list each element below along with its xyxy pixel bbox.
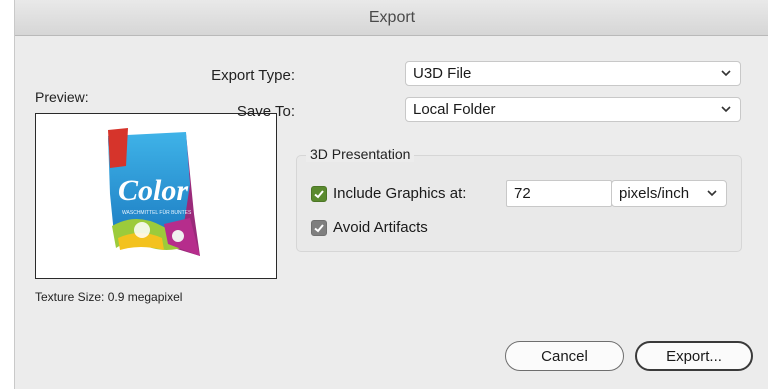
resolution-unit-value: pixels/inch bbox=[619, 185, 690, 202]
export-type-value: U3D File bbox=[413, 65, 472, 82]
cancel-button[interactable]: Cancel bbox=[505, 341, 624, 371]
save-to-label: Save To: bbox=[236, 103, 295, 120]
chevron-down-icon bbox=[707, 190, 717, 197]
resolution-unit-select[interactable]: pixels/inch bbox=[611, 180, 727, 207]
graphics-resolution-input[interactable]: 72 bbox=[506, 180, 612, 207]
include-graphics-label: Include Graphics at: bbox=[333, 185, 467, 202]
window-title: Export bbox=[368, 8, 416, 26]
preview-panel: Color WASCHMITTEL FÜR BUNTES bbox=[35, 113, 277, 279]
export-type-select[interactable]: U3D File bbox=[405, 61, 741, 86]
package-subtext: WASCHMITTEL FÜR BUNTES bbox=[122, 209, 192, 216]
avoid-artifacts-checkbox[interactable] bbox=[311, 220, 327, 236]
chevron-down-icon bbox=[721, 70, 731, 77]
save-to-select[interactable]: Local Folder bbox=[405, 97, 741, 122]
presentation-group-title: 3D Presentation bbox=[306, 146, 415, 162]
export-dialog: Export Preview: Color WASCHMITTEL FÜR BU… bbox=[14, 0, 768, 389]
checkmark-icon bbox=[314, 190, 324, 199]
detergent-package-icon: Color WASCHMITTEL FÜR BUNTES bbox=[108, 128, 200, 256]
package-brand-text: Color bbox=[118, 174, 188, 207]
preview-label: Preview: bbox=[35, 89, 89, 105]
checkmark-icon bbox=[314, 224, 324, 233]
include-graphics-checkbox[interactable] bbox=[311, 186, 327, 202]
avoid-artifacts-label: Avoid Artifacts bbox=[333, 219, 428, 236]
chevron-down-icon bbox=[721, 106, 731, 113]
export-type-label: Export Type: bbox=[211, 67, 295, 84]
save-to-value: Local Folder bbox=[413, 101, 496, 118]
title-bar: Export bbox=[15, 0, 768, 36]
texture-size-info: Texture Size: 0.9 megapixel bbox=[35, 290, 183, 304]
export-button[interactable]: Export... bbox=[635, 341, 753, 371]
